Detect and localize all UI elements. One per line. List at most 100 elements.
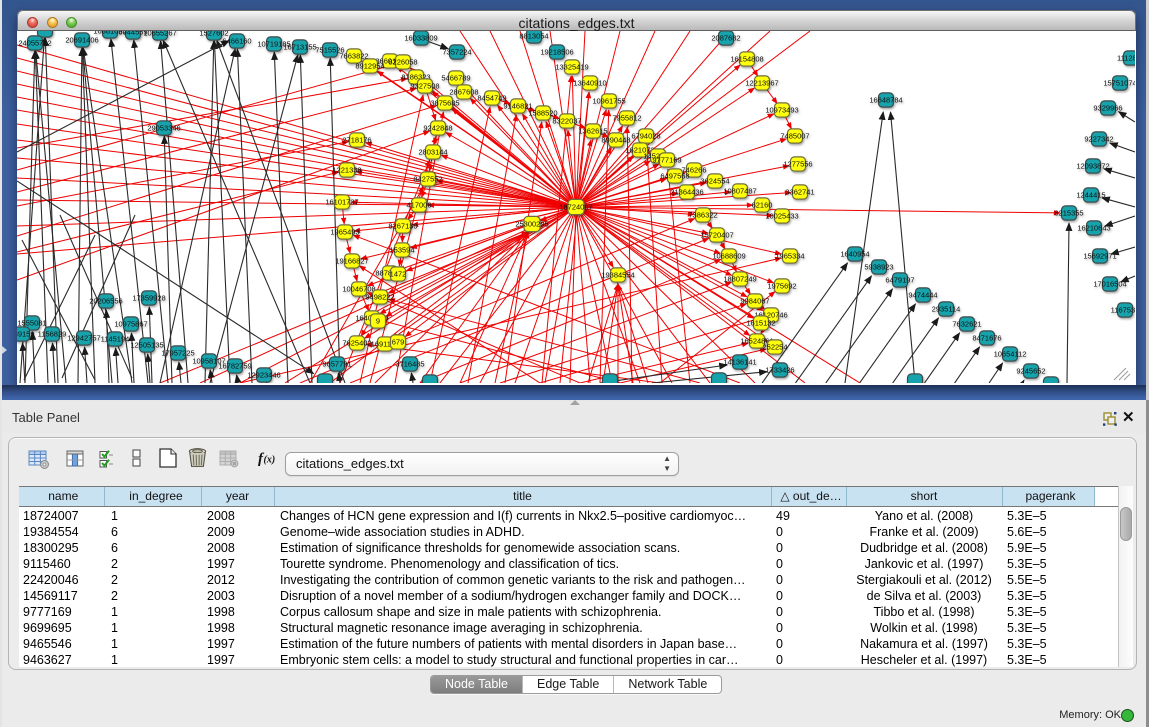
svg-text:1615132: 1615132 — [746, 319, 775, 328]
svg-text:1733426: 1733426 — [765, 366, 794, 375]
svg-text:17957225: 17957225 — [161, 349, 194, 358]
svg-text:16782759: 16782759 — [218, 362, 251, 371]
svg-text:1221338: 1221338 — [332, 166, 361, 175]
svg-text:16648784: 16648784 — [869, 96, 902, 105]
svg-text:12213967: 12213967 — [745, 79, 778, 88]
svg-text:19218506: 19218506 — [540, 48, 573, 57]
svg-text:12923446: 12923446 — [247, 371, 280, 380]
svg-text:9242848: 9242848 — [423, 124, 452, 133]
svg-text:9: 9 — [376, 317, 380, 326]
svg-text:939159: 939159 — [17, 330, 35, 339]
svg-text:19384554: 19384554 — [601, 271, 634, 280]
svg-text:17359928: 17359928 — [132, 294, 165, 303]
svg-text:7632621: 7632621 — [952, 320, 981, 329]
svg-text:5938923: 5938923 — [864, 263, 893, 272]
svg-text:1112864: 1112864 — [1117, 54, 1135, 63]
svg-text:3875685: 3875685 — [430, 99, 459, 108]
svg-text:10688609: 10688609 — [712, 252, 745, 261]
svg-text:5466789: 5466789 — [441, 74, 470, 83]
svg-text:25300295: 25300295 — [515, 220, 548, 229]
svg-text:21364436: 21364436 — [670, 188, 703, 197]
svg-text:9245652: 9245652 — [1016, 367, 1045, 376]
svg-text:1975692: 1975692 — [767, 282, 796, 291]
svg-text:12505135: 12505135 — [130, 341, 163, 350]
svg-text:10655267: 10655267 — [143, 31, 176, 38]
svg-text:6466160: 6466160 — [222, 37, 251, 46]
svg-text:8471676: 8471676 — [972, 334, 1001, 343]
svg-text:10654112: 10654112 — [994, 350, 1027, 359]
svg-text:8990448: 8990448 — [601, 136, 630, 145]
svg-text:7955812: 7955812 — [612, 114, 641, 123]
svg-text:9657791: 9657791 — [322, 360, 351, 369]
svg-text:10807487: 10807487 — [723, 187, 756, 196]
svg-text:1244415: 1244415 — [1076, 191, 1105, 200]
svg-text:2087682: 2087682 — [711, 34, 740, 43]
svg-text:7485007: 7485007 — [780, 132, 809, 141]
svg-text:20206556: 20206556 — [89, 297, 122, 306]
svg-text:9084067: 9084067 — [740, 297, 769, 306]
svg-text:6479197: 6479197 — [885, 276, 914, 285]
svg-text:1277556: 1277556 — [783, 160, 812, 169]
svg-text:8912954: 8912954 — [355, 62, 384, 71]
svg-text:2803144: 2803144 — [418, 148, 447, 157]
svg-text:9777169: 9777169 — [652, 156, 681, 165]
svg-text:1965334: 1965334 — [775, 252, 804, 261]
svg-text:(x): (x) — [264, 455, 276, 466]
svg-text:1472: 1472 — [390, 270, 407, 279]
svg-text:3362741: 3362741 — [785, 188, 814, 197]
svg-text:8226058: 8226058 — [388, 58, 417, 67]
svg-text:1640954: 1640954 — [840, 250, 869, 259]
svg-text:6794028: 6794028 — [631, 132, 660, 141]
svg-text:417006: 417006 — [406, 201, 431, 210]
svg-text:2867608: 2867608 — [449, 88, 478, 97]
svg-text:20691406: 20691406 — [65, 36, 98, 45]
svg-text:1167534: 1167534 — [1111, 306, 1135, 315]
svg-text:12942757: 12942757 — [67, 334, 100, 343]
svg-text:17016504: 17016504 — [1093, 280, 1126, 289]
svg-text:10975867: 10975867 — [114, 320, 147, 329]
svg-text:9329966: 9329966 — [1093, 104, 1122, 113]
svg-text:9498222: 9498222 — [365, 293, 394, 302]
svg-text:7357224: 7357224 — [442, 48, 471, 57]
svg-text:2718176: 2718176 — [342, 136, 371, 145]
svg-text:18807249: 18807249 — [723, 275, 756, 284]
svg-text:153594: 153594 — [389, 246, 414, 255]
svg-text:15751074: 15751074 — [1103, 79, 1135, 88]
svg-text:252254: 252254 — [762, 343, 787, 352]
svg-text:10961755: 10961755 — [592, 97, 625, 106]
svg-text:7625402: 7625402 — [342, 339, 371, 348]
svg-text:8813054: 8813054 — [519, 32, 548, 41]
svg-text:16210643: 16210643 — [1077, 224, 1110, 233]
svg-text:24055712: 24055712 — [18, 39, 51, 48]
svg-text:7386322: 7386322 — [688, 211, 717, 220]
svg-text:10025433: 10025433 — [765, 212, 798, 221]
svg-text:8427552: 8427552 — [413, 175, 442, 184]
svg-text:1362615: 1362615 — [578, 127, 607, 136]
svg-text:14136141: 14136141 — [723, 358, 756, 367]
svg-text:13325419: 13325419 — [555, 63, 588, 72]
svg-text:15720407: 15720407 — [700, 231, 733, 240]
svg-text:18724007: 18724007 — [559, 203, 592, 212]
svg-text:9327508: 9327508 — [410, 82, 439, 91]
svg-text:1156829: 1156829 — [38, 330, 67, 339]
svg-text:6497568: 6497568 — [660, 172, 689, 181]
svg-text:679: 679 — [392, 338, 405, 347]
svg-text:29053346: 29053346 — [147, 124, 180, 133]
svg-text:3716485: 3716485 — [395, 360, 424, 369]
svg-text:8267130: 8267130 — [388, 222, 417, 231]
svg-text:1145194: 1145194 — [101, 335, 130, 344]
svg-text:1555081: 1555081 — [17, 319, 46, 328]
svg-text:9227342: 9227342 — [1084, 135, 1113, 144]
svg-text:1965493: 1965493 — [330, 228, 359, 237]
svg-text:16101737: 16101737 — [325, 198, 358, 207]
svg-text:62160: 62160 — [752, 201, 773, 210]
svg-text:3624554: 3624554 — [700, 177, 729, 186]
svg-text:8322037: 8322037 — [552, 117, 581, 126]
svg-text:8454749: 8454749 — [477, 94, 506, 103]
svg-text:16713155: 16713155 — [283, 43, 316, 52]
svg-text:16154808: 16154808 — [730, 55, 763, 64]
svg-text:13640910: 13640910 — [573, 79, 606, 88]
svg-text:2935114: 2935114 — [932, 305, 961, 314]
svg-text:16033809: 16033809 — [404, 34, 437, 43]
svg-text:8215355: 8215355 — [1054, 209, 1083, 218]
